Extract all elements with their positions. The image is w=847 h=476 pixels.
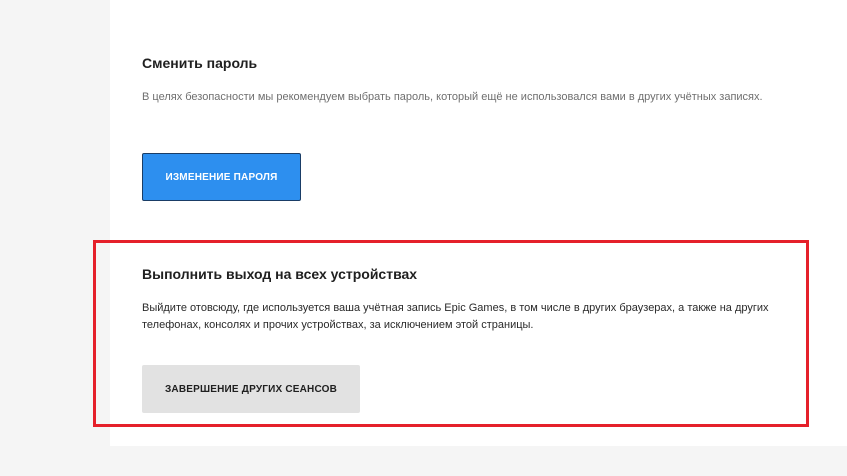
change-password-button[interactable]: ИЗМЕНЕНИЕ ПАРОЛЯ bbox=[142, 153, 301, 201]
change-password-title: Сменить пароль bbox=[142, 55, 258, 71]
page-background-gutter bbox=[0, 0, 110, 476]
change-password-description: В целях безопасности мы рекомендуем выбр… bbox=[142, 91, 763, 103]
end-other-sessions-button[interactable]: ЗАВЕРШЕНИЕ ДРУГИХ СЕАНСОВ bbox=[142, 365, 360, 413]
sign-out-everywhere-description: Выйдите отовсюду, где используется ваша … bbox=[142, 302, 769, 331]
sign-out-everywhere-title: Выполнить выход на всех устройствах bbox=[142, 266, 418, 282]
page-background-bottom bbox=[0, 446, 847, 476]
